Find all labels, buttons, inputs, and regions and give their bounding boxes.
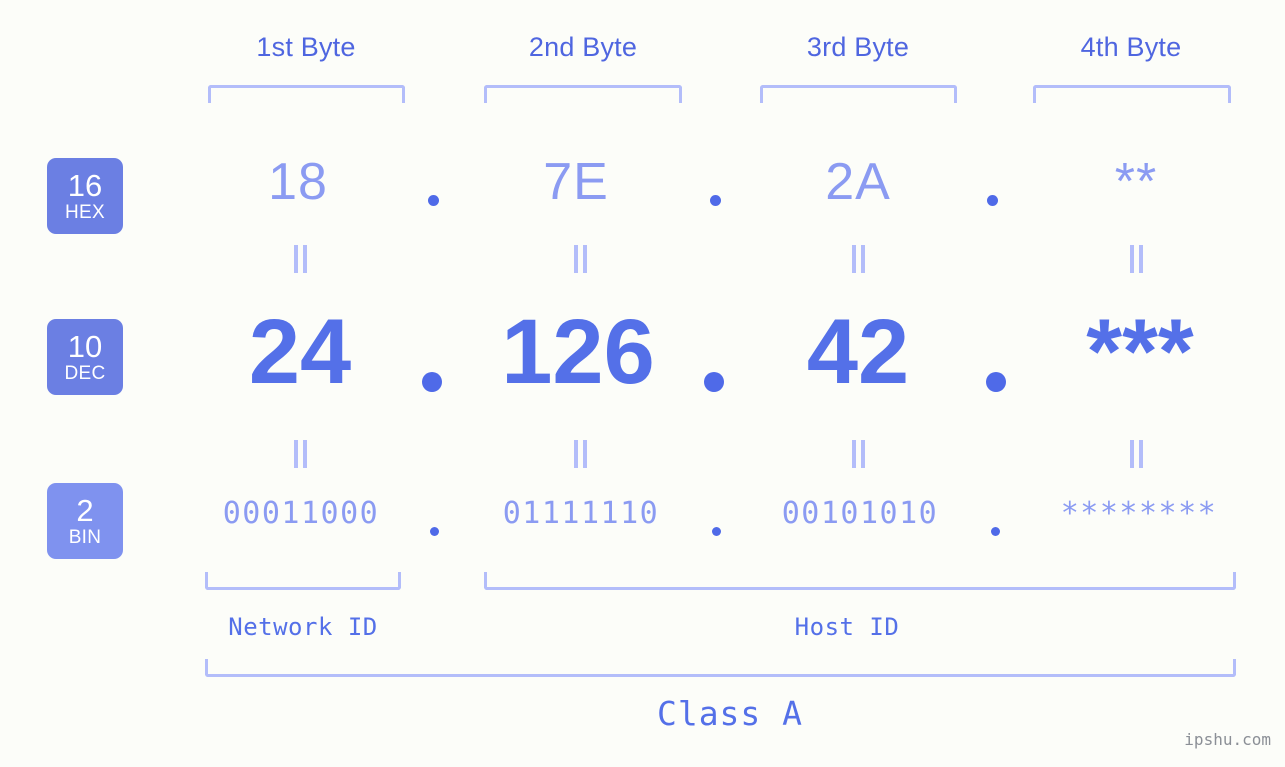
bin-byte-2: 01111110 <box>502 496 660 531</box>
hex-byte-1: 18 <box>268 153 328 211</box>
network-id-label: Network ID <box>228 613 378 641</box>
dec-byte-1: 24 <box>248 301 352 403</box>
bin-separator-dot-2 <box>712 527 721 536</box>
equals-connector-dec-bin-2 <box>571 440 589 468</box>
base-badge-bin: 2 BIN <box>47 483 123 559</box>
equals-connector-hex-dec-4 <box>1127 245 1145 273</box>
base-badge-bin-name: BIN <box>68 527 102 548</box>
base-badge-hex: 16 HEX <box>47 158 123 234</box>
bin-byte-3: 00101010 <box>781 496 939 531</box>
dec-separator-dot-2 <box>704 372 724 392</box>
byte-header-4: 4th Byte <box>1080 32 1182 62</box>
byte-header-3: 3rd Byte <box>806 32 910 62</box>
class-label: Class A <box>656 694 804 733</box>
dec-byte-4: *** <box>1086 301 1194 403</box>
site-watermark: ipshu.com <box>1184 730 1271 749</box>
equals-connector-dec-bin-3 <box>849 440 867 468</box>
hex-byte-2: 7E <box>543 153 609 211</box>
byte-header-1: 1st Byte <box>256 32 356 62</box>
dec-separator-dot-3 <box>986 372 1006 392</box>
hex-separator-dot-2 <box>710 195 721 206</box>
ip-address-breakdown-diagram: 1st Byte 2nd Byte 3rd Byte 4th Byte 16 H… <box>0 0 1285 767</box>
class-bracket <box>205 659 1236 677</box>
byte-bracket-2 <box>484 85 682 103</box>
bin-byte-4: ******** <box>1060 496 1218 531</box>
host-id-bracket <box>484 572 1236 590</box>
byte-header-2: 2nd Byte <box>528 32 638 62</box>
base-badge-dec-number: 10 <box>67 329 103 364</box>
equals-connector-hex-dec-1 <box>291 245 309 273</box>
hex-separator-dot-1 <box>428 195 439 206</box>
bin-byte-1: 00011000 <box>222 496 380 531</box>
byte-bracket-1 <box>208 85 405 103</box>
base-badge-bin-number: 2 <box>76 493 94 528</box>
hex-separator-dot-3 <box>987 195 998 206</box>
equals-connector-dec-bin-4 <box>1127 440 1145 468</box>
dec-separator-dot-1 <box>422 372 442 392</box>
hex-byte-3: 2A <box>825 153 891 211</box>
equals-connector-hex-dec-2 <box>571 245 589 273</box>
network-id-bracket <box>205 572 401 590</box>
host-id-label: Host ID <box>794 613 900 641</box>
dec-byte-2: 126 <box>501 301 655 403</box>
base-badge-hex-number: 16 <box>67 168 103 203</box>
byte-bracket-3 <box>760 85 957 103</box>
equals-connector-hex-dec-3 <box>849 245 867 273</box>
base-badge-dec: 10 DEC <box>47 319 123 395</box>
byte-bracket-4 <box>1033 85 1231 103</box>
base-badge-hex-name: HEX <box>65 202 105 223</box>
hex-byte-4: ** <box>1114 153 1158 211</box>
base-badge-dec-name: DEC <box>64 363 106 384</box>
bin-separator-dot-3 <box>991 527 1000 536</box>
equals-connector-dec-bin-1 <box>291 440 309 468</box>
dec-byte-3: 42 <box>806 301 910 403</box>
bin-separator-dot-1 <box>430 527 439 536</box>
